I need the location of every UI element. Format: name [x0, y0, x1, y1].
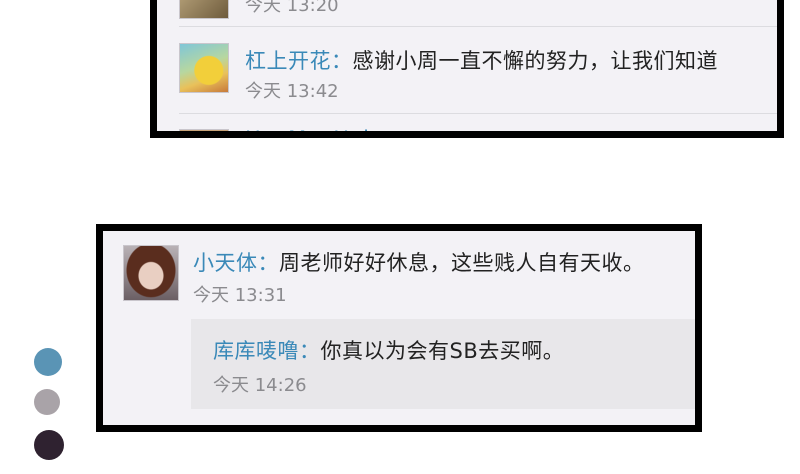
- top-comment-panel: 今天 13:20 杠上开花：感谢小周一直不懈的努力，让我们知道 今天 13:42…: [150, 0, 784, 138]
- next-avatar[interactable]: [179, 129, 229, 131]
- reply-text: 你真以为会有SB去买啊。: [320, 339, 565, 363]
- comment-time: 今天 13:31: [193, 285, 287, 306]
- partial-time: 今天 13:20: [245, 0, 339, 16]
- comment-line: 小天体：周老师好好休息，这些贱人自有天收。: [193, 247, 645, 277]
- comment-text: 周老师好好休息，这些贱人自有天收。: [279, 251, 645, 275]
- reply-time: 今天 14:26: [213, 375, 307, 396]
- comment-time: 今天 13:42: [245, 81, 339, 102]
- divider: [179, 113, 777, 114]
- reply-line: 库库唛噜：你真以为会有SB去买啊。: [213, 335, 564, 365]
- commenter-name[interactable]: 杠上开花：: [245, 49, 353, 73]
- color-dot-dark: [34, 430, 64, 460]
- commenter-avatar[interactable]: [179, 43, 229, 93]
- reply-box: 库库唛噜：你真以为会有SB去买啊。 今天 14:26: [191, 319, 695, 409]
- commenter-avatar[interactable]: [123, 245, 179, 301]
- divider: [179, 26, 777, 27]
- partial-avatar[interactable]: [179, 0, 229, 19]
- reply-author-name[interactable]: 库库唛噜：: [213, 339, 321, 363]
- bottom-comment-panel: 小天体：周老师好好休息，这些贱人自有天收。 今天 13:31 库库唛噜：你真以为…: [96, 224, 702, 432]
- comment-line: 杠上开花：感谢小周一直不懈的努力，让我们知道: [245, 45, 718, 75]
- commenter-name[interactable]: 小天体：: [193, 251, 279, 275]
- next-commenter-name[interactable]: HeaMeaUniverse: [245, 127, 430, 131]
- color-dot-blue: [34, 348, 62, 376]
- color-dot-gray: [34, 389, 60, 415]
- comment-text: 感谢小周一直不懈的努力，让我们知道: [352, 49, 718, 73]
